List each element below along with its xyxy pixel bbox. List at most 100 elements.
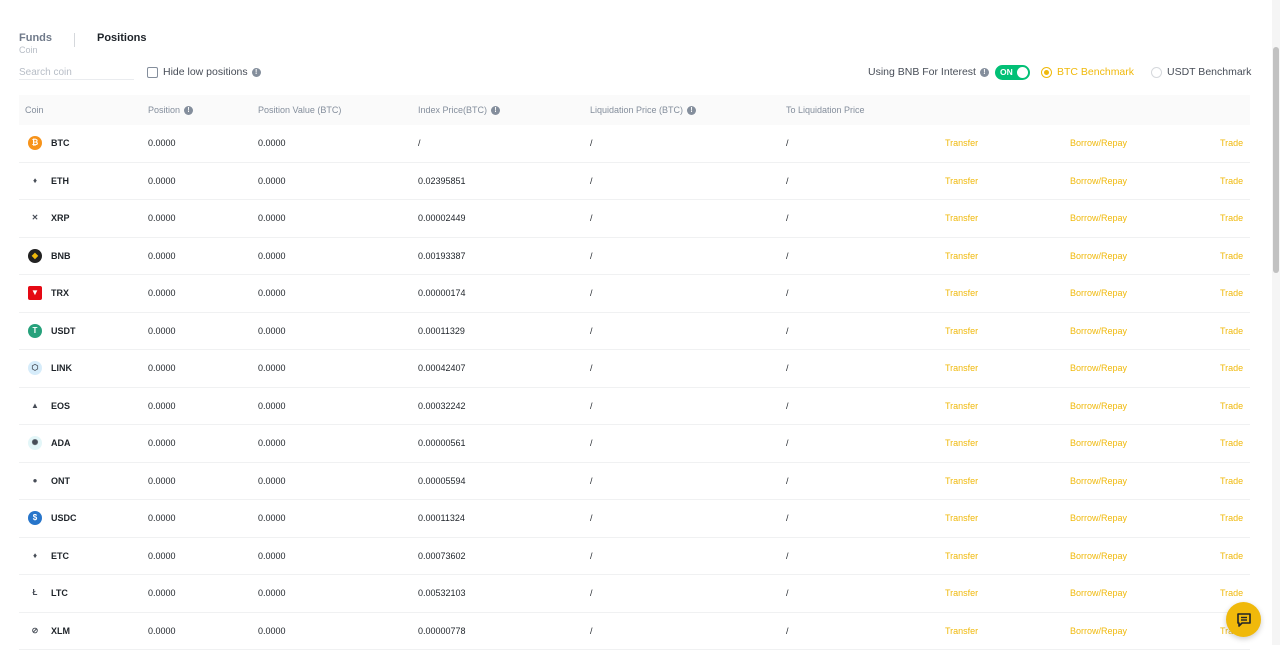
- position-value-cell: 0.0000: [148, 200, 176, 236]
- transfer-link[interactable]: Transfer: [945, 163, 978, 199]
- chat-button[interactable]: [1226, 602, 1261, 637]
- trade-link[interactable]: Trade: [1220, 500, 1243, 536]
- borrow-repay-link[interactable]: Borrow/Repay: [1070, 200, 1127, 236]
- table-body: ₿BTC0.00000.0000///TransferBorrow/RepayT…: [19, 125, 1250, 650]
- transfer-link[interactable]: Transfer: [945, 200, 978, 236]
- col-to-liquidation: To Liquidation Price: [786, 95, 865, 125]
- search-input[interactable]: [19, 67, 134, 78]
- scrollbar-track[interactable]: [1272, 0, 1280, 645]
- index-price-cell: 0.00005594: [418, 463, 466, 499]
- borrow-repay-link[interactable]: Borrow/Repay: [1070, 163, 1127, 199]
- borrow-repay-link[interactable]: Borrow/Repay: [1070, 238, 1127, 274]
- etc-icon: ♦: [28, 549, 42, 563]
- scrollbar-thumb[interactable]: [1273, 47, 1279, 273]
- tab-funds[interactable]: Funds Coin: [19, 32, 52, 55]
- btc-benchmark-radio[interactable]: BTC Benchmark: [1041, 66, 1134, 78]
- table-row: ✺ADA0.00000.00000.00000561//TransferBorr…: [19, 425, 1250, 463]
- trade-link[interactable]: Trade: [1220, 388, 1243, 424]
- position-btc-cell: 0.0000: [258, 238, 286, 274]
- position-btc-cell: 0.0000: [258, 500, 286, 536]
- transfer-link[interactable]: Transfer: [945, 125, 978, 161]
- transfer-link[interactable]: Transfer: [945, 313, 978, 349]
- link-icon: ⬡: [28, 361, 42, 375]
- table-row: ⬡LINK0.00000.00000.00042407//TransferBor…: [19, 350, 1250, 388]
- col-position: Position!: [148, 95, 193, 125]
- to-liquidation-cell: /: [786, 313, 789, 349]
- table-row: ♦ETH0.00000.00000.02395851//TransferBorr…: [19, 163, 1250, 201]
- index-price-cell: 0.00011329: [418, 313, 465, 349]
- coin-name: BTC: [51, 125, 70, 161]
- col-liquidation-price-label: Liquidation Price (BTC): [590, 105, 683, 115]
- info-icon[interactable]: !: [980, 68, 989, 77]
- tab-funds-label: Funds: [19, 32, 52, 44]
- info-icon[interactable]: !: [491, 106, 500, 115]
- borrow-repay-link[interactable]: Borrow/Repay: [1070, 313, 1127, 349]
- borrow-repay-link[interactable]: Borrow/Repay: [1070, 125, 1127, 161]
- trade-link[interactable]: Trade: [1220, 275, 1243, 311]
- index-price-cell: 0.00042407: [418, 350, 466, 386]
- borrow-repay-link[interactable]: Borrow/Repay: [1070, 425, 1127, 461]
- index-price-cell: 0.00032242: [418, 388, 466, 424]
- trade-link[interactable]: Trade: [1220, 350, 1243, 386]
- eth-icon: ♦: [28, 174, 42, 188]
- transfer-link[interactable]: Transfer: [945, 463, 978, 499]
- tab-funds-sublabel: Coin: [19, 45, 52, 55]
- bnb-interest-toggle[interactable]: ON: [995, 65, 1030, 80]
- coin-name: ADA: [51, 425, 71, 461]
- trade-link[interactable]: Trade: [1220, 163, 1243, 199]
- position-btc-cell: 0.0000: [258, 613, 286, 649]
- radio-selected-icon: [1041, 67, 1052, 78]
- transfer-link[interactable]: Transfer: [945, 538, 978, 574]
- col-position-value: Position Value (BTC): [258, 95, 341, 125]
- liquidation-price-cell: /: [590, 313, 593, 349]
- borrow-repay-link[interactable]: Borrow/Repay: [1070, 500, 1127, 536]
- trade-link[interactable]: Trade: [1220, 238, 1243, 274]
- transfer-link[interactable]: Transfer: [945, 275, 978, 311]
- borrow-repay-link[interactable]: Borrow/Repay: [1070, 463, 1127, 499]
- borrow-repay-link[interactable]: Borrow/Repay: [1070, 613, 1127, 649]
- borrow-repay-link[interactable]: Borrow/Repay: [1070, 388, 1127, 424]
- trade-link[interactable]: Trade: [1220, 125, 1243, 161]
- transfer-link[interactable]: Transfer: [945, 425, 978, 461]
- index-price-cell: /: [418, 125, 421, 161]
- borrow-repay-link[interactable]: Borrow/Repay: [1070, 538, 1127, 574]
- transfer-link[interactable]: Transfer: [945, 500, 978, 536]
- info-icon[interactable]: !: [687, 106, 696, 115]
- transfer-link[interactable]: Transfer: [945, 238, 978, 274]
- transfer-link[interactable]: Transfer: [945, 388, 978, 424]
- hide-low-positions: Hide low positions !: [147, 66, 261, 78]
- position-btc-cell: 0.0000: [258, 575, 286, 611]
- trade-link[interactable]: Trade: [1220, 538, 1243, 574]
- tab-positions[interactable]: Positions: [97, 32, 147, 44]
- info-icon[interactable]: !: [184, 106, 193, 115]
- position-value-cell: 0.0000: [148, 350, 176, 386]
- trade-link[interactable]: Trade: [1220, 200, 1243, 236]
- index-price-cell: 0.00011324: [418, 500, 465, 536]
- transfer-link[interactable]: Transfer: [945, 575, 978, 611]
- trade-link[interactable]: Trade: [1220, 463, 1243, 499]
- table-header: Coin Position! Position Value (BTC) Inde…: [19, 95, 1250, 125]
- usdt-benchmark-radio[interactable]: USDT Benchmark: [1151, 66, 1251, 78]
- hide-low-checkbox[interactable]: [147, 67, 158, 78]
- position-value-cell: 0.0000: [148, 313, 176, 349]
- borrow-repay-link[interactable]: Borrow/Repay: [1070, 350, 1127, 386]
- to-liquidation-cell: /: [786, 200, 789, 236]
- trade-link[interactable]: Trade: [1220, 425, 1243, 461]
- table-row: ▲EOS0.00000.00000.00032242//TransferBorr…: [19, 388, 1250, 426]
- liquidation-price-cell: /: [590, 275, 593, 311]
- position-value-cell: 0.0000: [148, 275, 176, 311]
- bnb-interest-label: Using BNB For Interest: [868, 66, 976, 78]
- borrow-repay-link[interactable]: Borrow/Repay: [1070, 575, 1127, 611]
- info-icon[interactable]: !: [252, 68, 261, 77]
- trade-link[interactable]: Trade: [1220, 313, 1243, 349]
- borrow-repay-link[interactable]: Borrow/Repay: [1070, 275, 1127, 311]
- ont-icon: ●: [28, 474, 42, 488]
- transfer-link[interactable]: Transfer: [945, 613, 978, 649]
- position-value-cell: 0.0000: [148, 163, 176, 199]
- position-value-cell: 0.0000: [148, 575, 176, 611]
- position-value-cell: 0.0000: [148, 500, 176, 536]
- liquidation-price-cell: /: [590, 500, 593, 536]
- coin-name: XRP: [51, 200, 70, 236]
- search-box: [19, 62, 134, 80]
- transfer-link[interactable]: Transfer: [945, 350, 978, 386]
